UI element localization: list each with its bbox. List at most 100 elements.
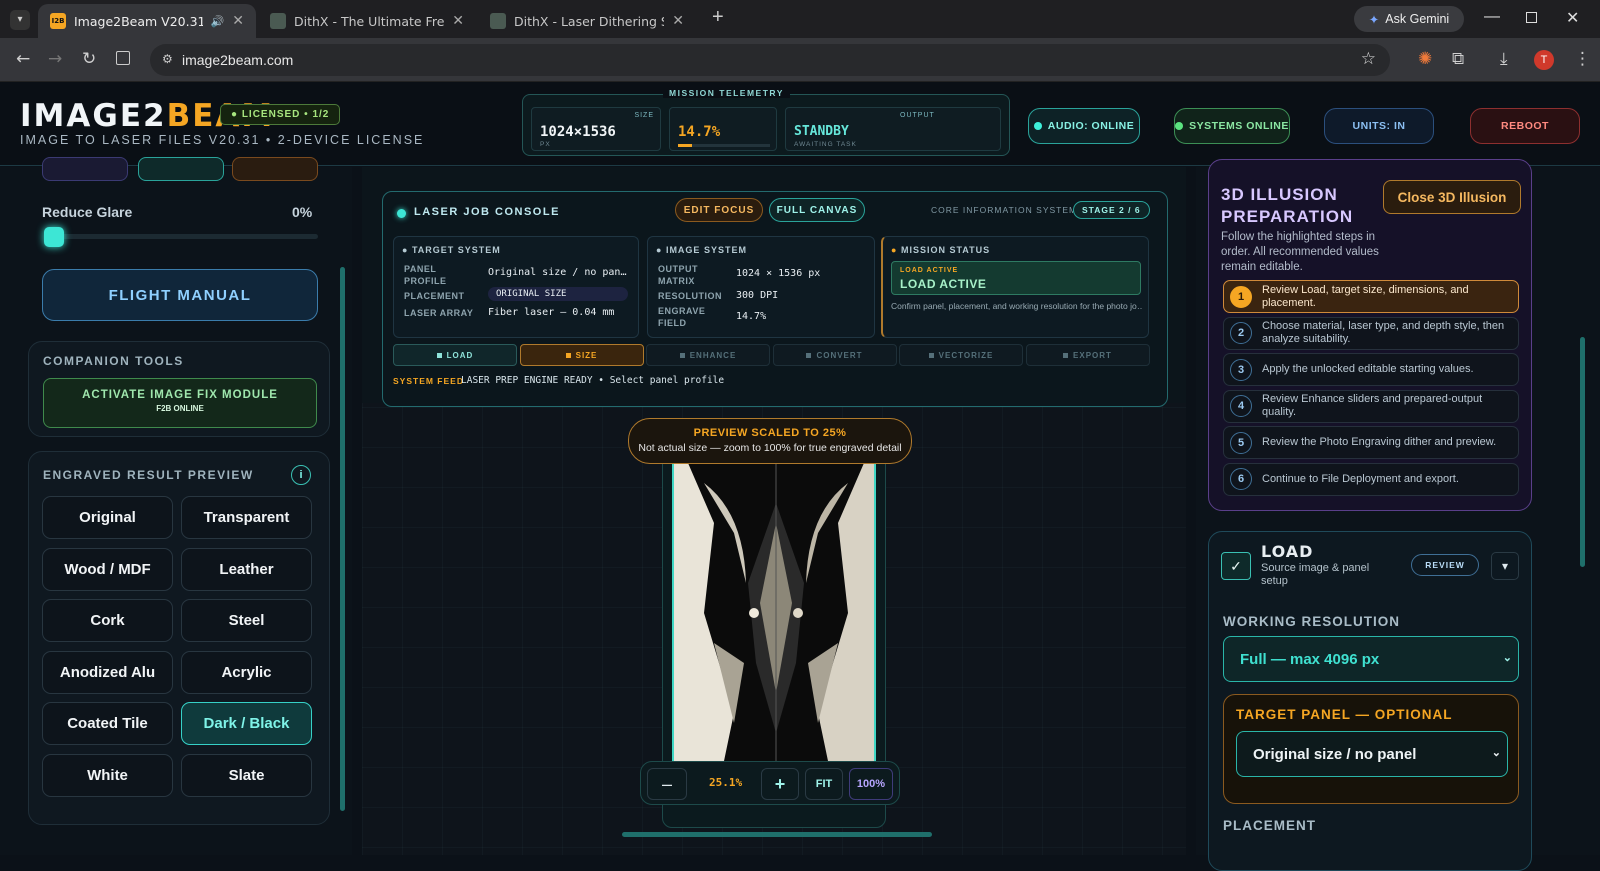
material-transparent-button[interactable]: Transparent <box>181 496 312 539</box>
material-acrylic-button[interactable]: Acrylic <box>181 650 312 694</box>
extension-sun-icon[interactable]: ✺ <box>1418 49 1432 69</box>
audio-status-button[interactable]: AUDIO: ONLINE <box>1028 108 1140 144</box>
stage-vectorize[interactable]: VECTORIZE <box>899 344 1023 366</box>
forward-icon[interactable]: → <box>48 49 62 69</box>
reduce-glare-slider[interactable] <box>44 227 318 247</box>
split-view-icon[interactable] <box>116 51 130 65</box>
load-sub: Source image & panel setup <box>1261 562 1370 587</box>
close-window-icon[interactable]: ✕ <box>1566 8 1579 28</box>
top-chip-1[interactable] <box>42 157 128 181</box>
bookmark-star-icon[interactable]: ☆ <box>1361 49 1376 69</box>
step-number: 3 <box>1230 358 1252 381</box>
system-feed-label: SYSTEM FEED <box>393 376 464 386</box>
material-dark-black-button[interactable]: Dark / Black <box>181 702 312 745</box>
dithx-favicon-icon <box>270 13 286 29</box>
illusion-step[interactable]: 2 Choose material, laser type, and depth … <box>1223 316 1519 350</box>
tab-list-icon[interactable]: ▾ <box>10 10 30 30</box>
material-coated-tile-button[interactable]: Coated Tile <box>42 702 173 745</box>
flight-manual-button[interactable]: FLIGHT MANUAL <box>42 269 318 321</box>
stage-dot-icon <box>679 352 685 358</box>
step-number: 2 <box>1230 322 1252 344</box>
extensions-puzzle-icon[interactable]: ⧉ <box>1452 49 1464 69</box>
units-button[interactable]: UNITS: IN <box>1324 108 1434 144</box>
browser-menu-icon[interactable]: ⋮ <box>1574 49 1591 69</box>
step-number: 1 <box>1230 285 1252 308</box>
load-card: ✓ LOAD Source image & panel setup REVIEW… <box>1208 531 1532 871</box>
zoom-out-button[interactable]: – <box>647 768 687 800</box>
material-original-button[interactable]: Original <box>42 496 173 539</box>
stage-enhance[interactable]: ENHANCE <box>646 344 770 366</box>
tab-dithx-2[interactable]: DithX - Laser Dithering Software ✕ <box>478 4 696 38</box>
ask-gemini-button[interactable]: ✦ Ask Gemini <box>1354 6 1464 32</box>
full-canvas-button[interactable]: FULL CANVAS <box>769 198 865 222</box>
audio-dot-icon <box>1033 122 1042 130</box>
collapse-chevron-icon[interactable]: ▾ <box>1491 552 1519 580</box>
material-steel-button[interactable]: Steel <box>181 599 312 642</box>
working-resolution-select[interactable]: Full — max 4096 px ⌄ <box>1223 636 1519 682</box>
stage-size[interactable]: SIZE <box>519 344 644 366</box>
tab-dithx-1[interactable]: DithX - The Ultimate Free Laser ✕ <box>258 4 476 38</box>
downloads-icon[interactable]: ⤓ <box>1500 49 1508 69</box>
illusion-step[interactable]: 6 Continue to File Deployment and export. <box>1223 462 1519 496</box>
tab-image2beam[interactable]: I2B Image2Beam V20.31 🔊 ✕ <box>38 4 256 38</box>
url-bar[interactable]: ⚙ image2beam.com ☆ <box>150 44 1390 76</box>
close-3d-illusion-button[interactable]: Close 3D Illusion <box>1383 180 1521 214</box>
illusion-step[interactable]: 1 Review Load, target size, dimensions, a… <box>1223 280 1519 313</box>
speaker-icon[interactable]: 🔊 <box>211 15 225 28</box>
step-text: Continue to File Deployment and export. <box>1262 472 1459 485</box>
material-leather-button[interactable]: Leather <box>181 547 312 591</box>
resolution-value: 300 DPI <box>736 290 779 301</box>
material-anodized-alu-button[interactable]: Anodized Alu <box>42 650 173 694</box>
fit-button[interactable]: FIT <box>805 768 843 800</box>
material-cork-button[interactable]: Cork <box>42 599 173 642</box>
close-tab-icon[interactable]: ✕ <box>232 13 244 29</box>
profile-avatar[interactable]: T <box>1534 50 1554 70</box>
left-scrollbar[interactable] <box>340 267 345 811</box>
load-check-icon[interactable]: ✓ <box>1221 552 1251 580</box>
material-white-button[interactable]: White <box>42 753 173 797</box>
site-info-icon[interactable]: ⚙ <box>162 52 173 66</box>
step-number: 5 <box>1230 431 1252 454</box>
material-wood-mdf-button[interactable]: Wood / MDF <box>42 547 173 591</box>
step-text: Choose material, laser type, and depth s… <box>1262 320 1505 345</box>
back-icon[interactable]: ← <box>16 49 30 69</box>
material-slate-button[interactable]: Slate <box>181 753 312 797</box>
stage-dot-icon <box>565 352 571 358</box>
top-chip-3[interactable] <box>232 157 318 181</box>
slider-handle[interactable] <box>44 227 64 247</box>
stage-label: ENHANCE <box>689 350 737 360</box>
close-tab-icon[interactable]: ✕ <box>452 13 464 29</box>
info-icon[interactable]: i <box>291 465 311 485</box>
step-text: Review Enhance sliders and prepared-outp… <box>1262 393 1483 418</box>
zoom-in-button[interactable]: + <box>761 768 799 800</box>
stage-export[interactable]: EXPORT <box>1025 344 1150 366</box>
illusion-step[interactable]: 4 Review Enhance sliders and prepared-out… <box>1223 389 1519 423</box>
illusion-step[interactable]: 5 Review the Photo Engraving dither and p… <box>1223 426 1519 459</box>
new-tab-button[interactable]: + <box>712 6 724 29</box>
center-workspace: LASER JOB CONSOLE EDIT FOCUS FULL CANVAS… <box>362 167 1201 855</box>
zoom-100-button[interactable]: 100% <box>849 768 893 800</box>
stage-convert[interactable]: CONVERT <box>772 344 897 366</box>
image-fix-button[interactable]: ACTIVATE IMAGE FIX MODULE F2B ONLINE <box>43 378 317 428</box>
load-active-box: LOAD ACTIVE LOAD ACTIVE <box>891 261 1141 295</box>
right-scrollbar[interactable] <box>1580 337 1585 567</box>
zoom-value: 25.1% <box>709 776 743 789</box>
top-chip-2[interactable] <box>138 157 224 181</box>
illusion-title: 3D ILLUSION PREPARATION <box>1221 185 1354 226</box>
stage-load[interactable]: LOAD <box>393 344 517 366</box>
systems-status-button[interactable]: SYSTEMS ONLINE <box>1174 108 1290 144</box>
illusion-step[interactable]: 3 Apply the unlocked editable starting va… <box>1223 353 1519 386</box>
center-horizontal-scrollbar[interactable] <box>622 832 932 837</box>
telemetry-size: SIZE 1024×1536 PX <box>531 107 661 151</box>
edit-focus-button[interactable]: EDIT FOCUS <box>675 198 763 222</box>
load-active-big: LOAD ACTIVE <box>900 277 987 291</box>
engraved-image <box>672 463 876 761</box>
reload-icon[interactable]: ↻ <box>82 49 96 69</box>
browser-tab-strip: ▾ I2B Image2Beam V20.31 🔊 ✕ DithX - The … <box>0 0 1600 38</box>
maximize-icon[interactable] <box>1526 12 1537 23</box>
review-button[interactable]: REVIEW <box>1411 554 1479 576</box>
target-panel-select[interactable]: Original size / no panel ⌄ <box>1236 731 1508 777</box>
reboot-button[interactable]: REBOOT <box>1470 108 1580 144</box>
minimize-icon[interactable]: — <box>1484 8 1500 26</box>
close-tab-icon[interactable]: ✕ <box>672 13 684 29</box>
